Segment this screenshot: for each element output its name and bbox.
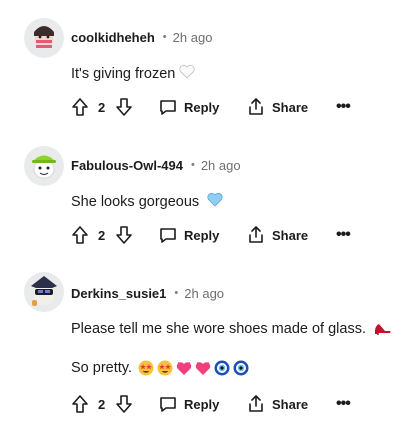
comment-meta: coolkidheheh • 2h ago: [71, 27, 212, 47]
comment-actions: 2 Reply Share •••: [70, 392, 410, 416]
upvote-icon: [72, 226, 88, 244]
upvote-button[interactable]: [70, 97, 90, 117]
separator-dot: •: [190, 159, 195, 171]
reply-button[interactable]: Reply: [158, 97, 219, 117]
downvote-button[interactable]: [114, 97, 134, 117]
heart-icon: [176, 361, 192, 375]
timestamp[interactable]: 2h ago: [201, 158, 241, 173]
reply-label: Reply: [184, 396, 220, 412]
comment-body: Please tell me she wore shoes made of gl…: [71, 321, 366, 337]
white-heart-icon: [179, 64, 195, 83]
downvote-button[interactable]: [114, 225, 134, 245]
more-options-button[interactable]: •••: [336, 395, 351, 413]
avatar-icon: [24, 146, 64, 186]
reply-button[interactable]: Reply: [158, 394, 219, 414]
share-icon: [249, 395, 263, 412]
more-options-button[interactable]: •••: [336, 98, 351, 116]
vote-count: 2: [98, 99, 106, 115]
comment-body-2: So pretty.: [71, 360, 132, 376]
separator-dot: •: [162, 31, 167, 43]
reply-label: Reply: [184, 227, 220, 243]
upvote-button[interactable]: [70, 225, 90, 245]
comment-meta: Derkins_susie1 • 2h ago: [71, 283, 224, 303]
comment-text-line-2: So pretty.: [71, 360, 249, 376]
nazar-amulet-icon: [214, 360, 230, 376]
star-struck-icon: [138, 360, 154, 376]
comment-text: She looks gorgeous: [71, 192, 223, 211]
comment-bubble-icon: [160, 228, 176, 243]
comment-text: Please tell me she wore shoes made of gl…: [71, 319, 392, 339]
high-heel-shoe-icon: [374, 319, 392, 339]
avatar-icon: [24, 18, 64, 58]
separator-dot: •: [174, 287, 179, 299]
emoji-row: [138, 360, 249, 376]
share-button[interactable]: Share: [246, 97, 308, 117]
username[interactable]: Derkins_susie1: [71, 286, 166, 301]
share-icon: [249, 226, 263, 243]
heart-icon: [195, 361, 211, 375]
avatar[interactable]: [24, 18, 64, 58]
comment-body: She looks gorgeous: [71, 193, 200, 210]
comment-text: It's giving frozen: [71, 64, 195, 83]
timestamp[interactable]: 2h ago: [173, 30, 213, 45]
share-icon: [249, 98, 263, 115]
share-label: Share: [272, 227, 309, 243]
avatar[interactable]: [24, 146, 64, 186]
comment-actions: 2 Reply Share •••: [70, 223, 410, 247]
downvote-icon: [116, 226, 132, 244]
upvote-icon: [72, 395, 88, 413]
comment-meta: Fabulous-Owl-494 • 2h ago: [71, 155, 241, 175]
downvote-icon: [116, 395, 132, 413]
upvote-icon: [72, 98, 88, 116]
comment-body: It's giving frozen: [71, 65, 176, 82]
username[interactable]: coolkidheheh: [71, 30, 155, 45]
vote-count: 2: [98, 396, 106, 412]
share-button[interactable]: Share: [246, 394, 308, 414]
upvote-button[interactable]: [70, 394, 90, 414]
nazar-amulet-icon: [233, 360, 249, 376]
reply-button[interactable]: Reply: [158, 225, 219, 245]
downvote-button[interactable]: [114, 394, 134, 414]
avatar-icon: [24, 272, 64, 312]
avatar[interactable]: [24, 272, 64, 312]
username[interactable]: Fabulous-Owl-494: [71, 158, 183, 173]
share-label: Share: [272, 396, 309, 412]
downvote-icon: [116, 98, 132, 116]
share-label: Share: [272, 99, 309, 115]
vote-count: 2: [98, 227, 106, 243]
blue-heart-icon: [207, 192, 223, 211]
timestamp[interactable]: 2h ago: [184, 286, 224, 301]
more-options-button[interactable]: •••: [336, 226, 351, 244]
comment-bubble-icon: [160, 100, 176, 115]
share-button[interactable]: Share: [246, 225, 308, 245]
star-struck-icon: [157, 360, 173, 376]
reply-label: Reply: [184, 99, 220, 115]
comment-bubble-icon: [160, 397, 176, 412]
comment-actions: 2 Reply Share •••: [70, 95, 410, 119]
